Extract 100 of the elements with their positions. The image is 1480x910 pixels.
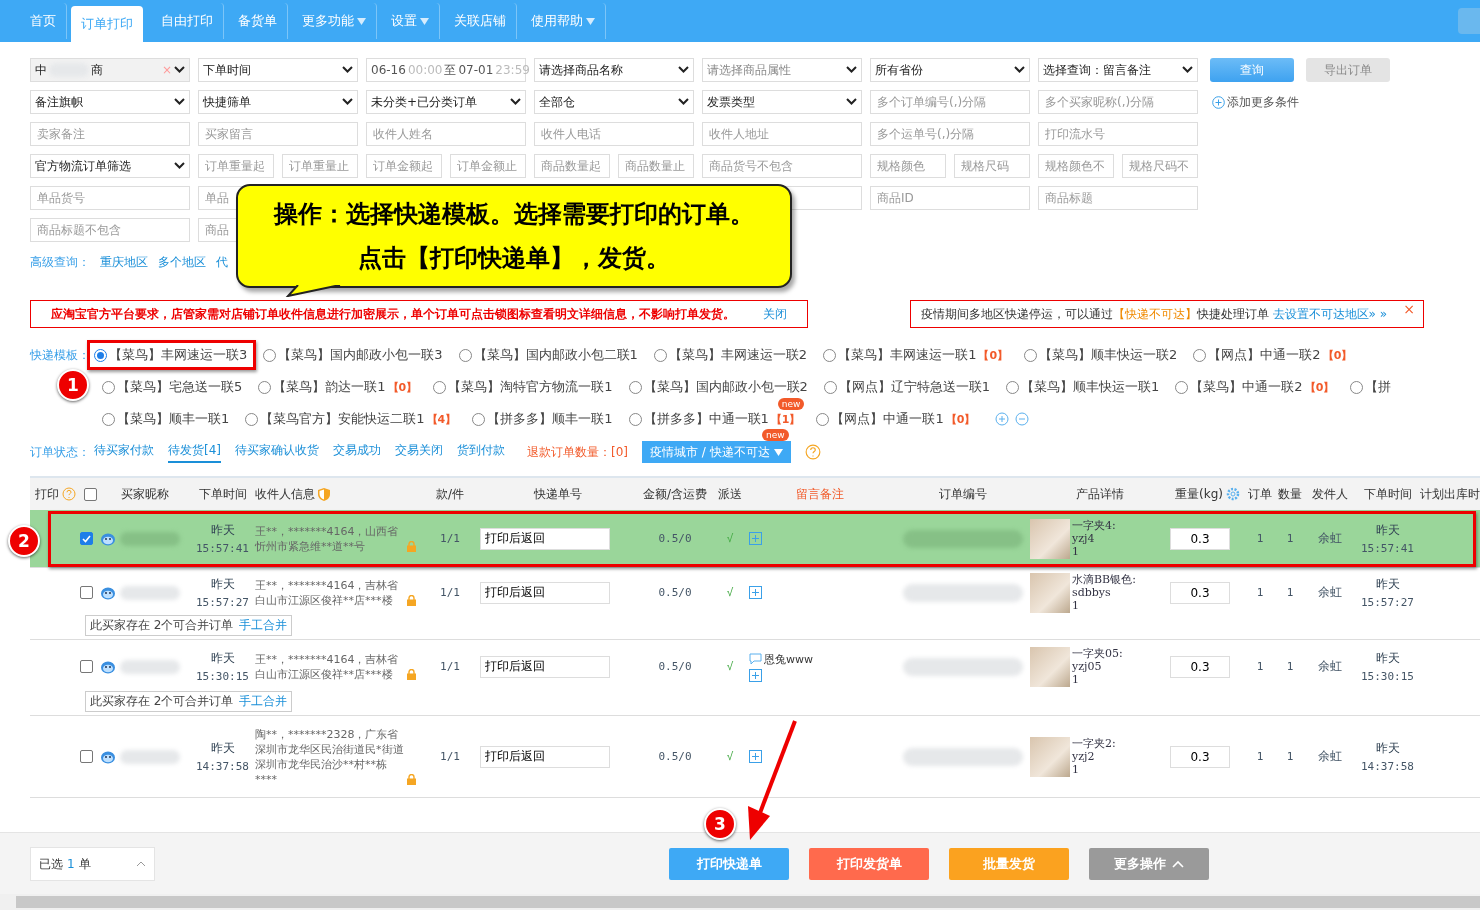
filter-input[interactable]: 订单重量止 (282, 154, 358, 178)
add-note-icon[interactable] (749, 668, 762, 682)
settings-icon[interactable] (1225, 487, 1240, 501)
template-option[interactable]: 【菜鸟】国内邮政小包一联2 (643, 378, 808, 396)
add-note-icon[interactable] (749, 750, 762, 763)
weight-input[interactable]: 0.3 (1170, 581, 1230, 604)
template-option[interactable]: 【菜鸟】丰网速运一联2 (668, 346, 808, 364)
filter-select[interactable]: 全部仓 (534, 90, 694, 114)
radio-button[interactable] (823, 380, 837, 394)
status-tab[interactable]: 待买家确认收货 (235, 441, 319, 463)
lock-icon[interactable] (407, 773, 416, 785)
status-tab[interactable]: 待买家付款 (94, 441, 154, 463)
filter-input[interactable]: 买家留言 (198, 122, 358, 146)
filter-input[interactable]: 单品货号 (30, 186, 190, 210)
filter-input[interactable]: 收件人电话 (534, 122, 694, 146)
filter-select[interactable]: 请选择商品名称 (534, 58, 694, 82)
shop-select[interactable]: 中 商 × (30, 58, 190, 82)
template-option[interactable]: 【拼 (1365, 378, 1392, 396)
remove-circle-icon[interactable] (1015, 412, 1030, 426)
row-checkbox[interactable] (80, 660, 93, 673)
filter-input[interactable]: 规格尺码 (954, 154, 1030, 178)
radio-button[interactable] (628, 412, 642, 426)
order-row[interactable]: 昨天 15:57:41 王**，*******4164，山西省忻州市紧急维**道**号 1/1 打印后返回 0.5/0 √ 一字夹4: yzj4 1 0.3 1 1 余虹 昨天 15:57:41 (30, 510, 1480, 568)
filter-input[interactable]: 多个订单编号(,)分隔 (870, 90, 1030, 114)
radio-button[interactable] (816, 412, 830, 426)
template-option[interactable]: 【菜鸟】淘特官方物流一联1 (448, 378, 613, 396)
template-option[interactable]: 【网点】中通一联2【0】 (1208, 346, 1353, 364)
template-option[interactable]: 【网点】中通一联1【0】 (831, 410, 976, 428)
radio-button[interactable] (1193, 348, 1207, 362)
filter-input[interactable]: 商品货号不包含 (702, 154, 862, 178)
filter-select[interactable]: 选择查询：留言备注 (1038, 58, 1198, 82)
filter-input[interactable]: 收件人地址 (702, 122, 862, 146)
waybill-input[interactable]: 打印后返回 (480, 581, 610, 604)
filter-select[interactable]: 未分类+已分类订单 (366, 90, 526, 114)
weight-input[interactable]: 0.3 (1170, 527, 1230, 550)
template-option[interactable]: 【菜鸟】国内邮政小包一联3 (278, 346, 443, 364)
radio-button[interactable] (263, 348, 277, 362)
radio-button[interactable] (102, 380, 115, 394)
filter-select[interactable]: 下单时间 (198, 58, 358, 82)
lock-icon[interactable] (407, 668, 416, 680)
add-condition-link[interactable]: 添加更多条件 (1212, 93, 1299, 111)
row-checkbox[interactable] (80, 750, 93, 763)
filter-input[interactable]: 订单重量起 (198, 154, 274, 178)
filter-input[interactable]: 商品数量止 (618, 154, 694, 178)
template-option[interactable]: 【菜鸟】丰网速运一联3 (109, 346, 248, 364)
filter-input[interactable]: 商品ID (870, 186, 1030, 210)
filter-input[interactable]: 订单金额止 (450, 154, 526, 178)
radio-button[interactable] (1350, 380, 1364, 394)
status-tab[interactable]: 货到付款 (457, 441, 505, 463)
radio-button[interactable] (245, 412, 259, 426)
radio-button[interactable] (433, 380, 447, 394)
radio-button[interactable] (258, 380, 272, 394)
radio-button[interactable] (823, 348, 837, 362)
status-tab[interactable]: 待发货[4] (168, 441, 221, 463)
scrollbar-thumb[interactable] (16, 896, 1480, 908)
region-link[interactable]: 代 (216, 253, 228, 271)
select-all-checkbox[interactable] (83, 487, 97, 501)
filter-select[interactable]: 发票类型 (702, 90, 862, 114)
template-option[interactable]: 【菜鸟】中通一联2【0】 (1190, 378, 1335, 396)
waybill-input[interactable]: 打印后返回 (480, 527, 610, 550)
add-note-icon[interactable] (749, 586, 762, 599)
filter-input[interactable]: 商品数量起 (534, 154, 610, 178)
filter-input[interactable]: 规格尺码不 (1122, 154, 1198, 178)
radio-button[interactable] (1175, 380, 1189, 394)
filter-input[interactable]: 订单金额起 (366, 154, 442, 178)
template-option[interactable]: 【菜鸟】韵达一联1【0】 (273, 378, 418, 396)
add-circle-icon[interactable] (995, 412, 1010, 426)
close-link[interactable]: 关闭 (763, 305, 787, 323)
filter-select[interactable]: 备注旗帜 (30, 90, 190, 114)
filter-select[interactable]: 官方物流订单筛选 (30, 154, 190, 178)
template-option[interactable]: 【菜鸟官方】安能快运二联1【4】 (260, 410, 457, 428)
settings-link[interactable]: 去设置不可达地区» » (1272, 305, 1387, 323)
template-option[interactable]: 【网点】辽宁特急送一联1 (838, 378, 991, 396)
status-tab[interactable]: 交易成功 (333, 441, 381, 463)
filter-select[interactable]: 快捷筛单 (198, 90, 358, 114)
region-link[interactable]: 重庆地区 (100, 253, 148, 271)
close-button[interactable]: × (1403, 301, 1415, 317)
merge-link[interactable]: 手工合并 (239, 693, 288, 710)
filter-input[interactable]: 商品标题 (1038, 186, 1198, 210)
radio-button[interactable] (653, 348, 667, 362)
radio-button[interactable] (472, 412, 486, 426)
filter-input[interactable]: 打印流水号 (1038, 122, 1198, 146)
filter-select[interactable]: 所有省份 (870, 58, 1030, 82)
filter-input[interactable]: 卖家备注 (30, 122, 190, 146)
weight-input[interactable]: 0.3 (1170, 745, 1230, 768)
template-option[interactable]: 【菜鸟】丰网速运一联1【0】 (838, 346, 1009, 364)
filter-input[interactable]: 规格颜色不 (1038, 154, 1114, 178)
row-checkbox[interactable] (80, 586, 93, 599)
waybill-input[interactable]: 打印后返回 (480, 745, 610, 768)
merge-link[interactable]: 手工合并 (239, 617, 288, 634)
refund-count[interactable]: 退款订单数量：[0] (527, 443, 628, 461)
radio-button[interactable] (102, 412, 115, 426)
template-option[interactable]: 【菜鸟】国内邮政小包二联1 (473, 346, 638, 364)
waybill-input[interactable]: 打印后返回 (480, 655, 610, 678)
filter-input[interactable]: 多个买家昵称(,)分隔 (1038, 90, 1198, 114)
filter-input[interactable]: 收件人姓名 (366, 122, 526, 146)
region-link[interactable]: 多个地区 (158, 253, 206, 271)
weight-input[interactable]: 0.3 (1170, 655, 1230, 678)
radio-button[interactable] (1006, 380, 1020, 394)
selected-count-box[interactable]: 已选 1 单 (30, 847, 155, 881)
